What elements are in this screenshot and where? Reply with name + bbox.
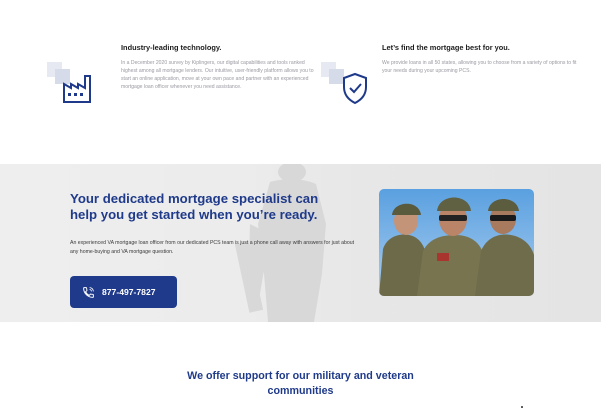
factory-icon	[47, 62, 91, 103]
call-phone-button[interactable]: 877-497-7827	[70, 276, 177, 308]
banner-heading: Your dedicated mortgage specialist can h…	[70, 191, 370, 223]
phone-number: 877-497-7827	[102, 287, 156, 297]
feature-title: Industry-leading technology.	[121, 43, 222, 52]
feature-description: In a December 2020 survey by Kiplingers,…	[121, 60, 314, 90]
specialist-banner: Your dedicated mortgage specialist can h…	[0, 164, 601, 322]
decorative-dot	[521, 406, 523, 408]
feature-title: Let’s find the mortgage best for you.	[382, 43, 510, 52]
support-heading-line: communities	[267, 385, 334, 397]
support-heading-line: We offer support for our military and ve…	[187, 370, 414, 382]
banner-heading-line: help you get started when you’re ready.	[70, 207, 318, 222]
support-heading: We offer support for our military and ve…	[0, 369, 601, 399]
banner-heading-line: Your dedicated mortgage specialist can	[70, 191, 319, 206]
feature-description: We provide loans in all 50 states, allow…	[382, 60, 577, 74]
soldiers-photo	[379, 189, 534, 296]
banner-description: An experienced VA mortgage loan officer …	[70, 240, 355, 255]
phone-icon	[83, 286, 94, 298]
shield-check-icon	[321, 62, 367, 105]
